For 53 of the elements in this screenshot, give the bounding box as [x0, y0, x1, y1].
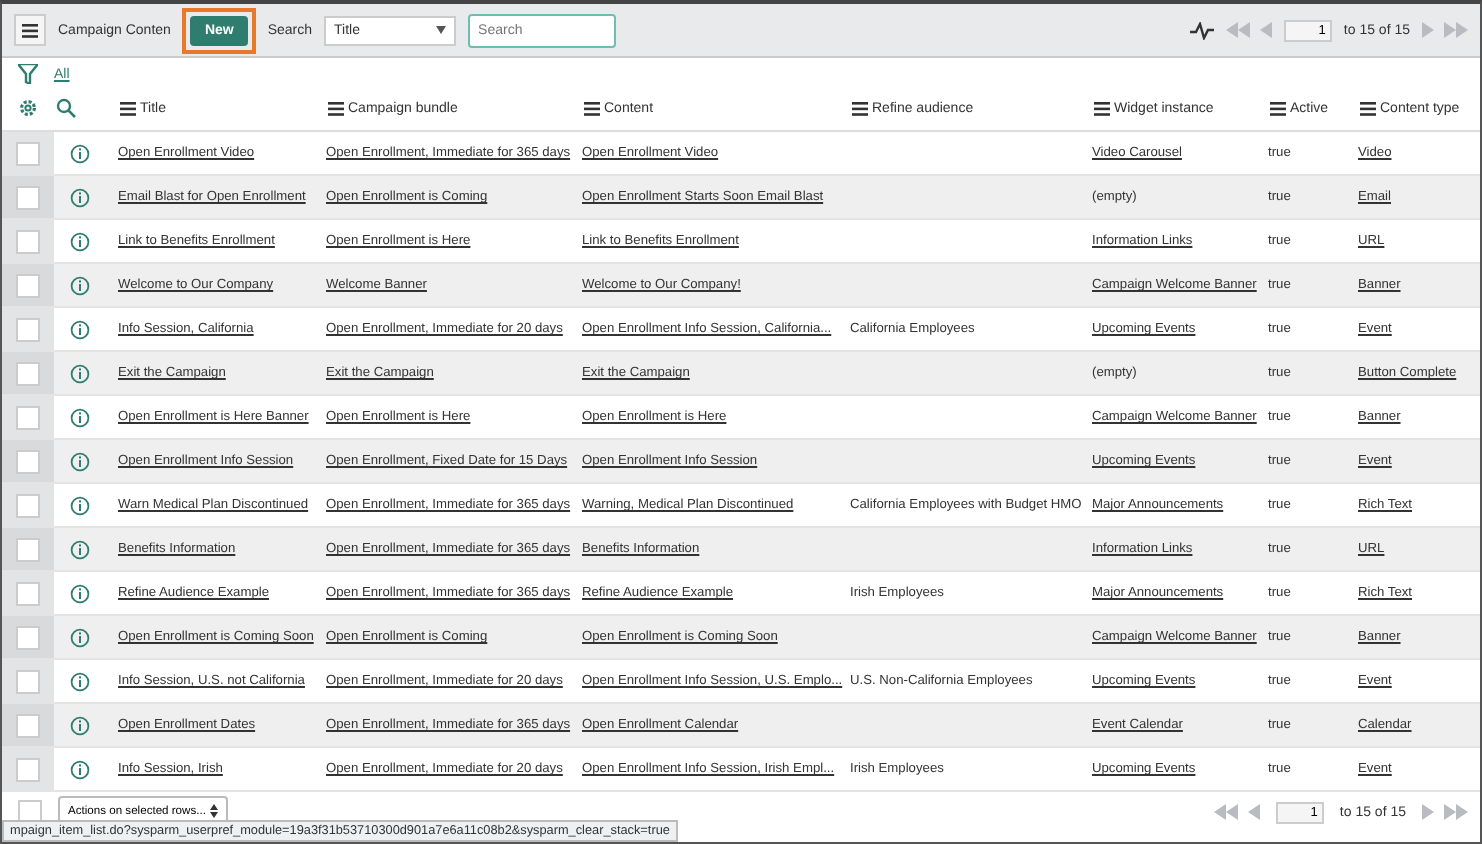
column-menu-icon [1360, 101, 1376, 115]
info-icon[interactable] [70, 583, 90, 603]
search-icon[interactable] [56, 98, 76, 118]
previous-page-icon[interactable] [1259, 22, 1272, 38]
row-checkbox[interactable] [16, 449, 40, 473]
info-icon[interactable] [70, 143, 90, 163]
info-icon[interactable] [70, 319, 90, 339]
info-icon[interactable] [70, 671, 90, 691]
info-icon[interactable] [70, 627, 90, 647]
row-checkbox[interactable] [16, 229, 40, 253]
info-icon[interactable] [70, 187, 90, 207]
next-page-icon[interactable] [1422, 22, 1434, 38]
row-checkbox[interactable] [16, 625, 40, 649]
info-icon[interactable] [70, 275, 90, 295]
row-checkbox[interactable] [16, 361, 40, 385]
info-icon[interactable] [70, 495, 90, 515]
info-icon[interactable] [70, 363, 90, 383]
column-menu-icon [852, 101, 868, 115]
previous-page-icon[interactable] [1247, 804, 1260, 820]
first-page-icon[interactable] [1213, 804, 1238, 820]
info-icon[interactable] [70, 539, 90, 559]
row-checkbox[interactable] [16, 317, 40, 341]
last-page-icon[interactable] [1444, 804, 1468, 820]
menu-icon [22, 23, 38, 37]
info-icon[interactable] [70, 451, 90, 471]
info-icon[interactable] [70, 407, 90, 427]
row-checkbox[interactable] [16, 185, 40, 209]
row-checkbox[interactable] [16, 493, 40, 517]
column-menu-icon [1270, 101, 1286, 115]
last-page-icon[interactable] [1444, 22, 1468, 38]
dropdown-caret-icon [436, 26, 447, 34]
menu-button[interactable] [14, 14, 46, 46]
info-icon[interactable] [70, 759, 90, 779]
column-menu-icon [1094, 101, 1110, 115]
settings-icon[interactable] [18, 98, 38, 118]
info-icon[interactable] [70, 231, 90, 251]
first-page-icon[interactable] [1225, 22, 1250, 38]
column-menu-icon [120, 101, 136, 115]
row-checkbox[interactable] [16, 405, 40, 429]
row-checkbox[interactable] [16, 669, 40, 693]
info-icon[interactable] [70, 715, 90, 735]
next-page-icon[interactable] [1422, 804, 1434, 820]
row-checkbox[interactable] [16, 141, 40, 165]
row-checkbox[interactable] [16, 757, 40, 781]
row-checkbox[interactable] [16, 713, 40, 737]
row-checkbox[interactable] [16, 537, 40, 561]
activity-icon[interactable] [1189, 21, 1214, 39]
column-menu-icon [328, 101, 344, 115]
column-menu-icon [584, 101, 600, 115]
filter-icon[interactable] [18, 64, 38, 84]
row-checkbox[interactable] [16, 273, 40, 297]
sort-arrows-icon [209, 804, 218, 819]
row-checkbox[interactable] [16, 581, 40, 605]
